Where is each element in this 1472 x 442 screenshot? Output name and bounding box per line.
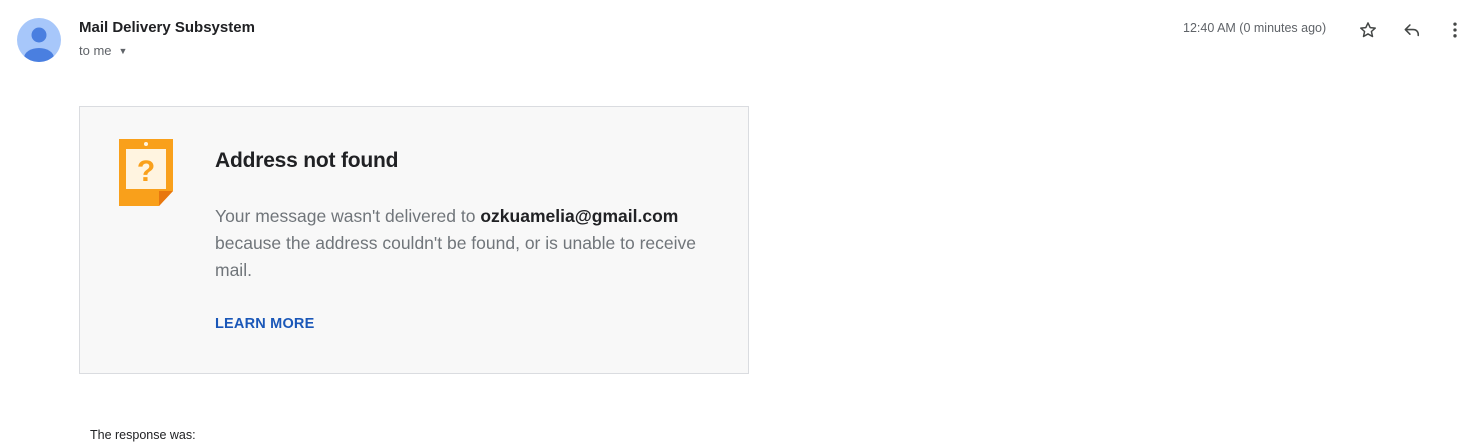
question-note-warning-icon: ? (119, 139, 173, 206)
bounce-message-suffix: because the address couldn't be found, o… (215, 233, 697, 280)
recipient-email: ozkuamelia@gmail.com (480, 206, 679, 226)
message-timestamp: 12:40 AM (0 minutes ago) (1183, 21, 1327, 35)
sender-avatar[interactable] (17, 18, 61, 62)
more-vertical-icon (1453, 22, 1457, 38)
more-options-button[interactable] (1443, 18, 1467, 42)
bounce-message-prefix: Your message wasn't delivered to (215, 206, 481, 226)
bounce-message: Your message wasn't delivered to ozkuame… (215, 203, 715, 284)
person-avatar-icon (24, 27, 54, 62)
recipient-label: to me (79, 43, 112, 58)
star-button[interactable] (1356, 18, 1380, 42)
reply-button[interactable] (1400, 18, 1424, 42)
sender-name[interactable]: Mail Delivery Subsystem (79, 19, 255, 36)
star-outline-icon (1360, 22, 1376, 38)
bounce-title: Address not found (215, 149, 399, 172)
learn-more-link[interactable]: LEARN MORE (215, 316, 314, 332)
bounce-notice-card: ? Address not found Your message wasn't … (79, 106, 749, 374)
reply-arrow-icon (1404, 24, 1420, 37)
recipient-details[interactable]: to me ▼ (79, 43, 127, 58)
caret-down-icon[interactable]: ▼ (119, 46, 128, 56)
svg-text:?: ? (137, 155, 155, 188)
response-label: The response was: (90, 428, 196, 442)
